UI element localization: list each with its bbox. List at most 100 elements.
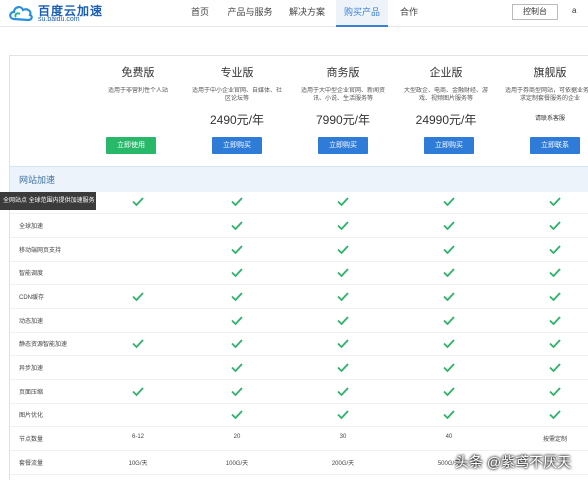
checkmark-icon (443, 316, 455, 325)
checkmark-icon (443, 292, 455, 301)
table-row: 页面压缩 (10, 380, 588, 404)
table-row (10, 190, 588, 214)
use-now-button[interactable]: 立即使用 (106, 137, 156, 154)
checkmark-icon (231, 339, 243, 348)
table-row: 异步加速 (10, 356, 588, 380)
checkmark-icon (443, 268, 455, 277)
checkmark-icon (132, 387, 144, 396)
checkmark-icon (549, 316, 561, 325)
table-row: 图片优化 (10, 403, 588, 427)
watermark-text: 头条 @紫鸢不厌天 (455, 454, 572, 470)
plan-description: 大型政企、电商、金融财经、游戏、视频图片服务等 (403, 88, 488, 102)
user-link[interactable]: a (572, 6, 576, 15)
feature-label: 移动端网页支持 (19, 248, 62, 254)
feature-label: 节点数量 (19, 437, 44, 443)
checkmark-icon (337, 221, 349, 230)
buy-business-button[interactable]: 立即购买 (318, 137, 368, 154)
plan-price: 2490元/年 (209, 113, 265, 127)
checkmark-icon (443, 245, 455, 254)
console-button[interactable]: 控制台 (512, 4, 558, 20)
plan-name: 免费版 (121, 67, 155, 79)
checkmark-icon (549, 363, 561, 372)
checkmark-icon (337, 197, 349, 206)
table-cell: 20 (233, 434, 241, 440)
feature-label: CDN缓存 (19, 295, 44, 301)
plan-price (86, 111, 190, 127)
plan-free: 免费版 适用于非营利性个人站 (86, 64, 190, 127)
feature-label: 静态资源智能加速 (19, 342, 68, 348)
checkmark-icon (231, 316, 243, 325)
buy-enterprise-button[interactable]: 立即购买 (424, 137, 474, 154)
checkmark-icon (231, 268, 243, 277)
table-row: 动态加速 (10, 309, 588, 333)
page: 百度云加速 su.baidu.com 首页 产品与服务 解决方案 购买产品 合作… (0, 0, 588, 480)
checkmark-icon (132, 339, 144, 348)
nav-solutions[interactable]: 解决方案 (282, 0, 332, 27)
table-cell: 10G/天 (128, 461, 148, 467)
checkmark-icon (231, 197, 243, 206)
nav-cooperation[interactable]: 合作 (392, 0, 426, 27)
contact-flagship-button[interactable]: 立即联系 (530, 137, 580, 154)
plan-name: 专业版 (220, 67, 254, 79)
plan-business: 商务版 适用于大中型企业官网、新闻资讯、小说、生活服务等 7990元/年 (291, 64, 395, 127)
feature-tooltip: 全网站点 全球范围内提供加速服务 (0, 192, 96, 210)
feature-label: 全球加速 (19, 224, 44, 230)
table-row: 静态资源智能加速 (10, 332, 588, 356)
checkmark-icon (337, 268, 349, 277)
checkmark-icon (337, 245, 349, 254)
buy-professional-button[interactable]: 立即购买 (212, 137, 262, 154)
logo-subtitle: su.baidu.com (38, 16, 80, 23)
table-cell: 100G/天 (225, 461, 249, 467)
feature-label: 页面压缩 (19, 390, 44, 396)
table-row: CDN缓存 (10, 285, 588, 309)
logo[interactable]: 百度云加速 su.baidu.com (8, 2, 118, 26)
plan-professional: 专业版 适用于中小企业官网、自媒体、社区论坛等 2490元/年 (185, 64, 289, 127)
plan-flagship: 旗舰版 适用于券商型网站，可依据业务需求定制套餐服务的企业 请联系客服 (498, 64, 588, 127)
checkmark-icon (549, 387, 561, 396)
checkmark-icon (231, 245, 243, 254)
checkmark-icon (337, 363, 349, 372)
plan-description: 适用于大中型企业官网、新闻资讯、小说、生活服务等 (300, 88, 385, 102)
plan-name: 旗舰版 (533, 67, 567, 79)
checkmark-icon (549, 197, 561, 206)
checkmark-icon (549, 339, 561, 348)
plan-description: 适用于非营利性个人站 (107, 88, 168, 94)
table-cell: 6-12 (131, 434, 144, 440)
checkmark-icon (231, 221, 243, 230)
checkmark-icon (337, 339, 349, 348)
checkmark-icon (549, 268, 561, 277)
checkmark-icon (231, 387, 243, 396)
plan-description: 适用于中小企业官网、自媒体、社区论坛等 (191, 88, 282, 102)
checkmark-icon (337, 316, 349, 325)
checkmark-icon (443, 197, 455, 206)
checkmark-icon (337, 292, 349, 301)
checkmark-icon (132, 292, 144, 301)
checkmark-icon (443, 363, 455, 372)
checkmark-icon (132, 197, 144, 206)
section-header-site-acceleration[interactable]: 网站加速 (10, 166, 588, 192)
checkmark-icon (337, 410, 349, 419)
checkmark-icon (231, 292, 243, 301)
feature-label: 异步加速 (19, 366, 44, 372)
table-row: 智能调度 (10, 261, 588, 285)
table-cell: 40 (445, 434, 453, 440)
plan-description: 适用于券商型网站，可依据业务需求定制套餐服务的企业 (504, 88, 588, 102)
table-row: 移动端网页支持 (10, 238, 588, 262)
feature-label: 动态加速 (19, 319, 44, 325)
plan-name: 企业版 (429, 67, 463, 79)
checkmark-icon (549, 221, 561, 230)
checkmark-icon (443, 221, 455, 230)
section-title: 网站加速 (19, 175, 56, 185)
plan-enterprise: 企业版 大型政企、电商、金融财经、游戏、视频图片服务等 24990元/年 (394, 64, 498, 127)
table-cell: 200G/天 (331, 461, 355, 467)
plan-price: 请联系客服 (534, 116, 565, 122)
nav-products-services[interactable]: 产品与服务 (222, 0, 278, 27)
table-cell: 按需定制 (542, 437, 567, 443)
checkmark-icon (443, 339, 455, 348)
table-row: 节点数量 6-12 20 30 40 按需定制 (10, 427, 588, 451)
nav-buy-products[interactable]: 购买产品 (336, 0, 388, 27)
nav-home[interactable]: 首页 (180, 0, 220, 27)
checkmark-icon (549, 292, 561, 301)
plan-price: 24990元/年 (415, 113, 477, 127)
top-navigation-bar: 百度云加速 su.baidu.com 首页 产品与服务 解决方案 购买产品 合作… (0, 0, 588, 27)
